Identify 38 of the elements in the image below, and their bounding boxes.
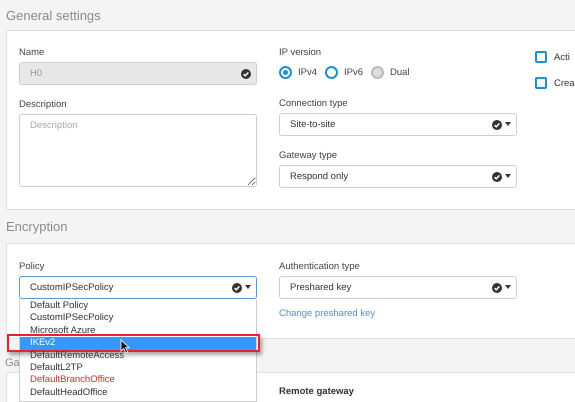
dropdown-option[interactable]: Default Policy xyxy=(20,300,256,312)
field-label: Description xyxy=(19,99,68,111)
dropdown-option[interactable]: Microsoft Azure xyxy=(20,324,256,338)
checkbox-label: Acti xyxy=(554,52,570,62)
dropdown-option[interactable]: DefaultBranchOffice xyxy=(20,374,256,387)
caret-icon xyxy=(505,285,511,290)
authentication-type-select[interactable]: Preshared key xyxy=(279,276,517,299)
caret-icon xyxy=(245,285,251,290)
dropdown-option[interactable]: DefaultRemoteAccess xyxy=(20,350,256,362)
field-label: Name xyxy=(19,47,46,59)
radio-option[interactable]: IPv6 xyxy=(325,66,364,79)
check-icon xyxy=(232,282,242,292)
check-icon xyxy=(492,172,502,182)
policy-select[interactable]: CustomIPSecPolicy xyxy=(19,276,257,299)
check-icon xyxy=(241,68,251,78)
caret-icon xyxy=(505,174,511,179)
gateway-type-select[interactable]: Respond only xyxy=(279,165,517,188)
section-title: General settings xyxy=(5,6,102,25)
section-title: Encryption xyxy=(5,218,68,236)
field-label: Gateway type xyxy=(279,150,338,162)
field-label: Authentication type xyxy=(279,261,361,273)
checkbox[interactable] xyxy=(535,51,547,63)
section-title: Ga xyxy=(5,357,20,369)
checkbox[interactable] xyxy=(535,77,547,89)
connection-type-select[interactable]: Site-to-site xyxy=(279,113,517,136)
field-label: Connection type xyxy=(279,98,349,110)
field-label: IP version xyxy=(279,47,322,59)
radio-option[interactable]: IPv4 xyxy=(279,66,318,79)
checkbox-label: Crea xyxy=(554,78,575,88)
dropdown-option[interactable]: CustomIPSecPolicy xyxy=(20,312,256,325)
description-field[interactable]: Description xyxy=(19,114,257,187)
field-label: Remote gateway xyxy=(279,386,355,398)
check-icon xyxy=(492,120,502,130)
dropdown-option[interactable]: DefaultL2TP xyxy=(20,362,256,374)
check-icon xyxy=(492,282,502,292)
caret-icon xyxy=(505,122,511,127)
dropdown-option[interactable]: DefaultHeadOffice xyxy=(20,386,256,400)
field-label: Policy xyxy=(19,261,46,273)
